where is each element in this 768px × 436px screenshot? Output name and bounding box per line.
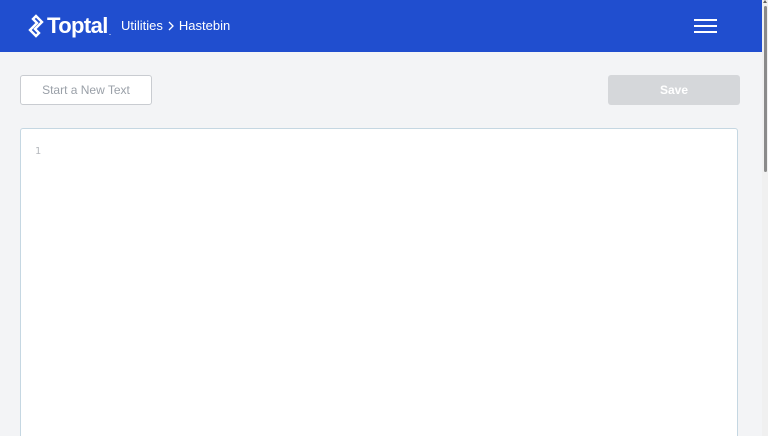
breadcrumb-utilities-link[interactable]: Utilities [121,18,163,34]
text-editor[interactable]: 1 [20,128,738,436]
toptal-logo-icon [28,14,44,38]
chevron-right-icon [168,21,174,31]
breadcrumb: Utilities Hastebin [121,18,230,34]
start-new-text-button[interactable]: Start a New Text [20,75,152,105]
breadcrumb-current-page: Hastebin [178,18,231,33]
scroll-up-arrow-icon[interactable] [763,0,767,3]
page-scrollbar[interactable] [762,0,768,436]
hamburger-menu-icon[interactable] [690,14,722,38]
page: Toptal . Utilities Hastebin Start a New … [0,0,768,436]
toptal-logo[interactable]: Toptal . [27,13,111,39]
logo-trademark: . [108,27,112,37]
scrollbar-thumb[interactable] [764,6,767,172]
save-button[interactable]: Save [608,75,740,105]
logo-wordmark: Toptal [47,13,108,38]
top-navigation-bar: Toptal . Utilities Hastebin [0,0,762,52]
line-number: 1 [35,146,42,157]
